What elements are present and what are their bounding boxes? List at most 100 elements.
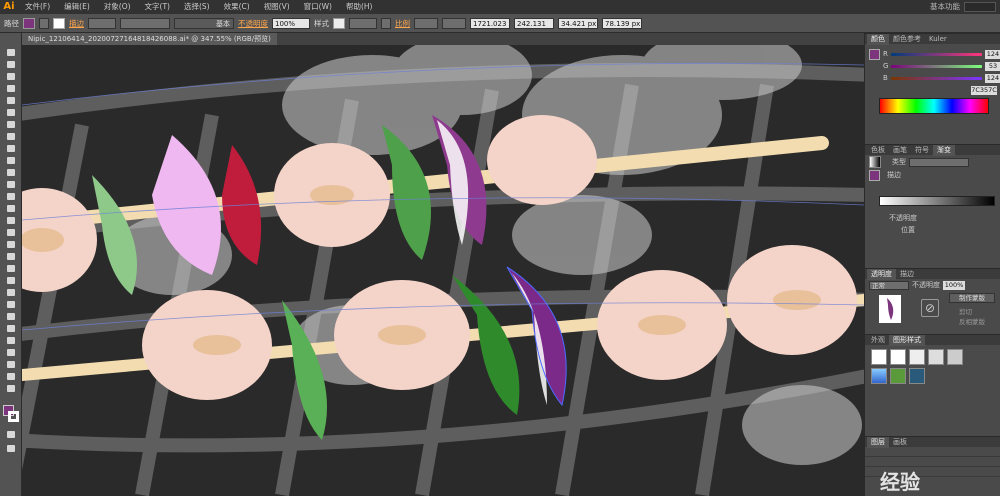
rotate-tool-icon[interactable]: [5, 203, 17, 213]
tab-graphic-styles[interactable]: 图形样式: [889, 334, 925, 346]
style-swatch[interactable]: [871, 349, 887, 365]
align-icon[interactable]: [381, 17, 391, 29]
stroke-weight-dropdown[interactable]: [88, 17, 116, 29]
isolate-button[interactable]: [442, 17, 466, 29]
ratio-link[interactable]: 比例: [395, 18, 410, 29]
column-graph-tool-icon[interactable]: [5, 335, 17, 345]
transform-button[interactable]: [414, 17, 438, 29]
style-swatch[interactable]: [909, 349, 925, 365]
perspective-grid-tool-icon[interactable]: [5, 263, 17, 273]
paintbrush-tool-icon[interactable]: [5, 155, 17, 165]
pen-tool-icon[interactable]: [5, 95, 17, 105]
artboard-tool-icon[interactable]: [5, 347, 17, 357]
tab-color-guide[interactable]: 颜色参考: [889, 34, 925, 45]
zoom-tool-icon[interactable]: [5, 383, 17, 393]
symbol-sprayer-tool-icon[interactable]: [5, 323, 17, 333]
blend-tool-icon[interactable]: [5, 311, 17, 321]
tab-artboards[interactable]: 画板: [889, 437, 911, 448]
tab-appearance[interactable]: 外观: [867, 335, 889, 346]
pencil-tool-icon[interactable]: [5, 167, 17, 177]
menu-window[interactable]: 窗口(W): [297, 0, 339, 14]
invert-mask-checkbox[interactable]: 反相蒙版: [959, 316, 985, 326]
tab-gradient[interactable]: 渐变: [933, 144, 955, 156]
gradient-type-dropdown[interactable]: [909, 157, 969, 167]
menu-file[interactable]: 文件(F): [18, 0, 57, 14]
gradient-fill-swatch[interactable]: [869, 169, 880, 181]
scale-tool-icon[interactable]: [5, 215, 17, 225]
shape-builder-tool-icon[interactable]: [5, 251, 17, 261]
mesh-tool-icon[interactable]: [5, 275, 17, 285]
clip-checkbox[interactable]: 剪切: [959, 306, 972, 316]
brush-style-dropdown[interactable]: 基本: [174, 17, 234, 29]
menu-object[interactable]: 对象(O): [97, 0, 138, 14]
opacity-link[interactable]: 不透明度: [238, 18, 268, 29]
rectangle-tool-icon[interactable]: [5, 143, 17, 153]
eyedropper-tool-icon[interactable]: [5, 299, 17, 309]
menu-type[interactable]: 文字(T): [138, 0, 177, 14]
direct-selection-tool-icon[interactable]: [5, 59, 17, 69]
blob-brush-tool-icon[interactable]: [5, 179, 17, 189]
slice-tool-icon[interactable]: [5, 359, 17, 369]
gradient-slider[interactable]: [879, 196, 995, 206]
no-mask-icon[interactable]: ⊘: [921, 299, 939, 317]
color-fill-swatch[interactable]: [869, 48, 880, 60]
fill-swatch[interactable]: [23, 17, 35, 29]
help-search-input[interactable]: [964, 2, 996, 12]
width-field[interactable]: 34.421 px: [558, 17, 598, 29]
height-field[interactable]: 78.139 px: [602, 17, 642, 29]
tab-color[interactable]: 颜色: [867, 33, 889, 45]
tab-kuler[interactable]: Kuler: [925, 34, 951, 45]
layer-row[interactable]: [865, 447, 1000, 457]
y-field[interactable]: 242.131: [514, 17, 554, 29]
width-tool-icon[interactable]: [5, 227, 17, 237]
tab-stroke[interactable]: 描边: [896, 269, 918, 280]
stroke-color-icon[interactable]: [8, 411, 19, 422]
menu-view[interactable]: 视图(V): [257, 0, 297, 14]
drawing-mode-icon[interactable]: [5, 429, 17, 439]
b-field[interactable]: 124: [985, 73, 1000, 83]
curvature-tool-icon[interactable]: [5, 107, 17, 117]
x-field[interactable]: 1721.023: [470, 17, 510, 29]
tab-transparency[interactable]: 透明度: [867, 268, 896, 280]
eraser-tool-icon[interactable]: [5, 191, 17, 201]
tab-layers[interactable]: 图层: [867, 436, 889, 448]
style-swatch[interactable]: [890, 368, 906, 384]
style-swatch[interactable]: [871, 368, 887, 384]
tab-swatches[interactable]: 色板: [867, 145, 889, 156]
line-tool-icon[interactable]: [5, 131, 17, 141]
selection-tool-icon[interactable]: [5, 47, 17, 57]
g-field[interactable]: 53: [985, 61, 1000, 71]
menu-effect[interactable]: 效果(C): [217, 0, 257, 14]
stroke-link[interactable]: 描边: [69, 18, 84, 29]
style-swatch[interactable]: [928, 349, 944, 365]
menu-edit[interactable]: 编辑(E): [57, 0, 97, 14]
make-mask-button[interactable]: 制作蒙版: [949, 293, 995, 303]
tab-brushes[interactable]: 画笔: [889, 145, 911, 156]
type-tool-icon[interactable]: [5, 119, 17, 129]
style-swatch[interactable]: [909, 368, 925, 384]
screen-mode-icon[interactable]: [5, 443, 17, 453]
style-swatch[interactable]: [947, 349, 963, 365]
menu-select[interactable]: 选择(S): [177, 0, 217, 14]
tab-symbols[interactable]: 符号: [911, 145, 933, 156]
g-slider[interactable]: [891, 64, 982, 68]
stroke-swatch[interactable]: [53, 17, 65, 29]
variable-width-dropdown[interactable]: [120, 17, 170, 29]
graphic-style-swatch[interactable]: [333, 17, 345, 29]
fill-dropdown[interactable]: [39, 17, 49, 29]
blend-mode-dropdown[interactable]: 正常: [869, 280, 909, 290]
hex-field[interactable]: 7C357C: [971, 85, 997, 95]
document-setup-button[interactable]: [349, 17, 377, 29]
transparency-opacity-field[interactable]: 100%: [943, 280, 965, 290]
r-field[interactable]: 124: [985, 49, 1000, 59]
r-slider[interactable]: [890, 52, 982, 56]
artboard-canvas[interactable]: [22, 45, 864, 496]
gradient-preview[interactable]: [869, 156, 881, 168]
magic-wand-tool-icon[interactable]: [5, 71, 17, 81]
menu-help[interactable]: 帮助(H): [339, 0, 380, 14]
hand-tool-icon[interactable]: [5, 371, 17, 381]
style-swatch[interactable]: [890, 349, 906, 365]
free-transform-tool-icon[interactable]: [5, 239, 17, 249]
document-tab[interactable]: Nipic_12106414_20200727164818426088.ai* …: [22, 33, 277, 45]
b-slider[interactable]: [890, 76, 982, 80]
